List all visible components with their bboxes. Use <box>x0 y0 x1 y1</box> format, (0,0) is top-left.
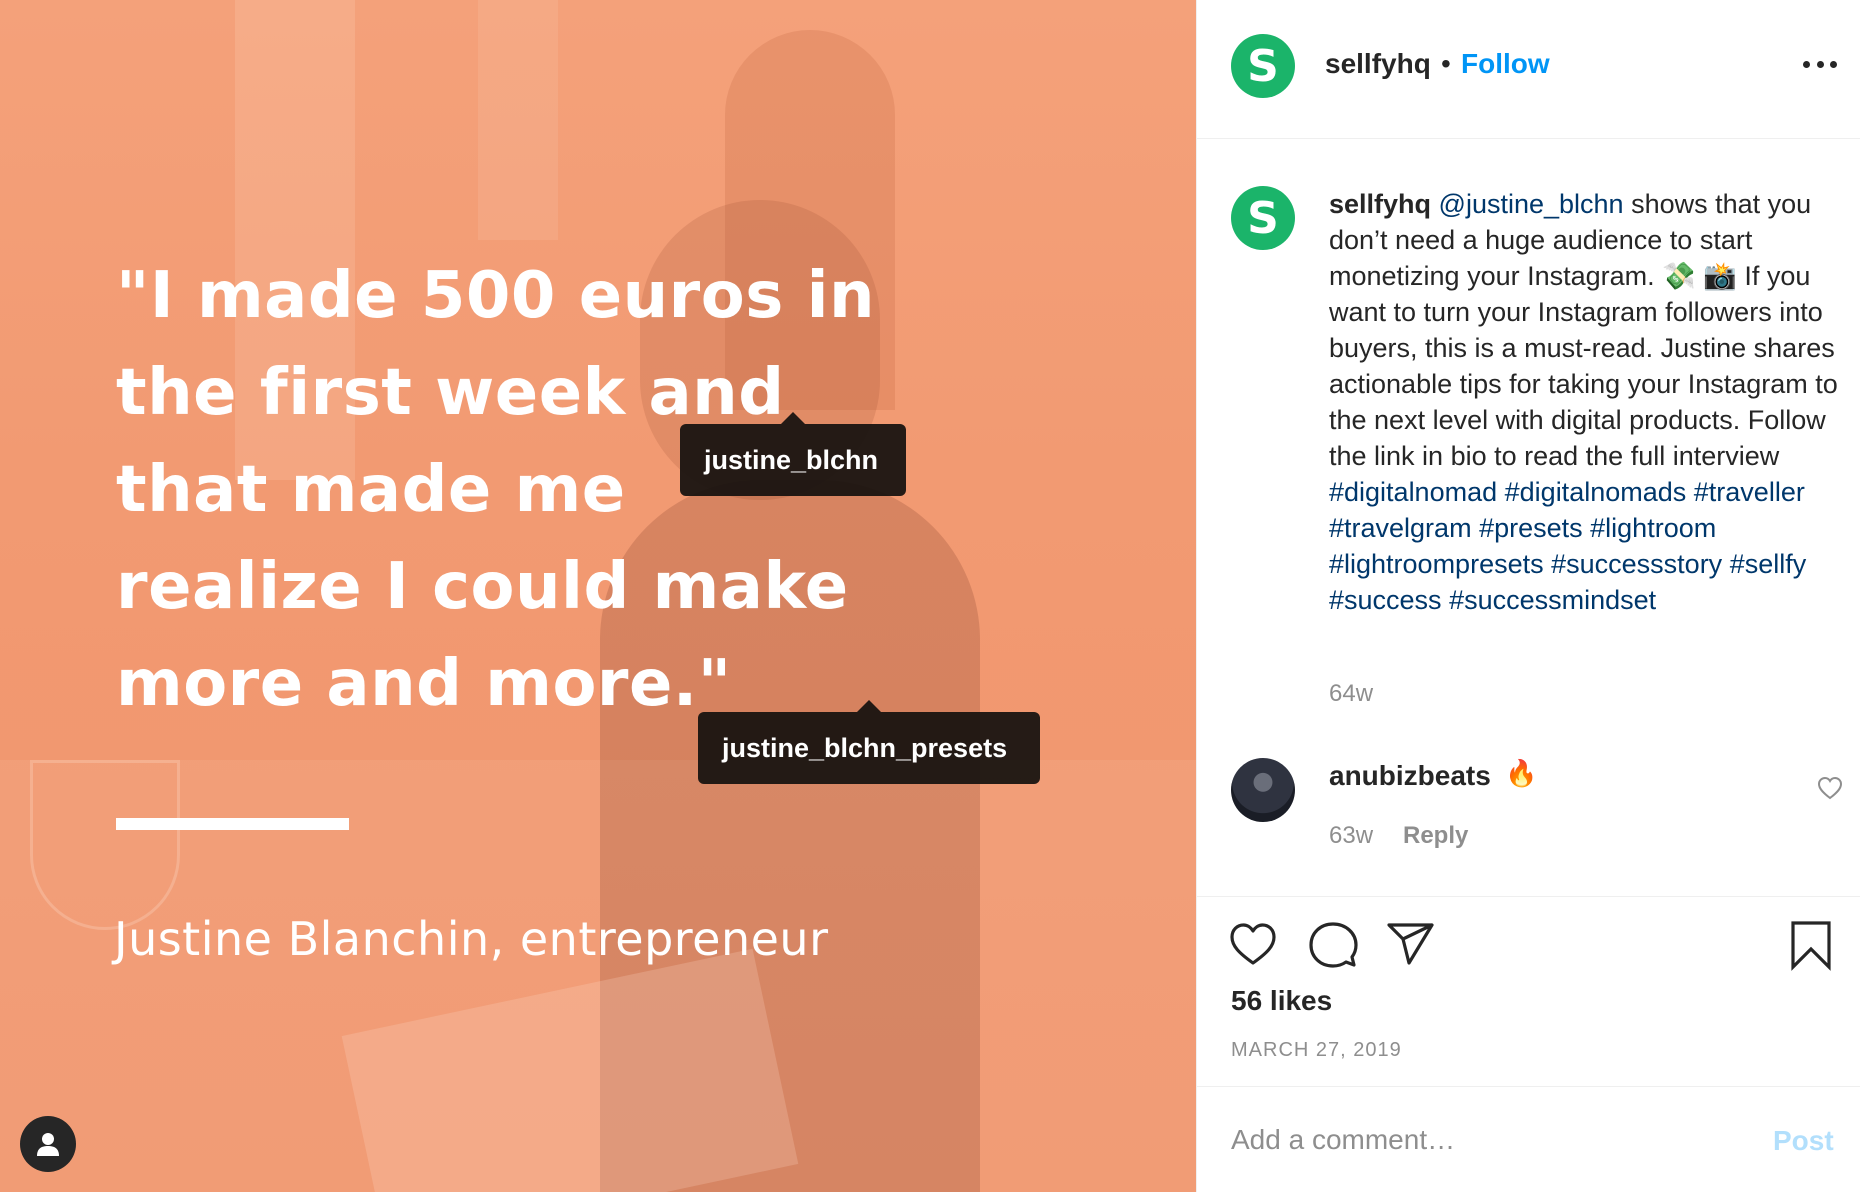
user-tag-justine-blchn[interactable]: justine_blchn <box>680 412 906 496</box>
hashtag[interactable]: #lightroom <box>1590 513 1716 543</box>
more-options-icon[interactable] <box>1803 54 1837 74</box>
heart-icon[interactable] <box>1227 919 1279 971</box>
caption-avatar[interactable]: S <box>1231 186 1295 250</box>
avatar[interactable]: S <box>1231 34 1295 98</box>
user-icon <box>37 1133 59 1156</box>
hashtag[interactable]: #digitalnomad <box>1329 477 1497 507</box>
caption-timestamp[interactable]: 64w <box>1329 680 1373 708</box>
caption-body: shows that you don’t need a huge audienc… <box>1329 189 1838 471</box>
hashtag[interactable]: #sellfy <box>1730 549 1807 579</box>
background-glass <box>30 760 180 930</box>
comment-username[interactable]: anubizbeats <box>1329 760 1491 792</box>
bookmark-icon[interactable] <box>1785 919 1837 971</box>
post-header: S sellfyhq • Follow <box>1197 0 1860 139</box>
comment-timestamp[interactable]: 63w <box>1329 822 1373 850</box>
comment-icon[interactable] <box>1307 919 1359 971</box>
tagged-users-button[interactable] <box>20 1116 76 1172</box>
comment-input[interactable] <box>1231 1115 1731 1165</box>
dot <box>1803 60 1810 68</box>
quote-divider <box>116 818 349 830</box>
quote-attribution: Justine Blanchin, entrepreneur <box>114 912 829 966</box>
likes-count[interactable]: 56 likes <box>1231 985 1332 1017</box>
post-comment-button[interactable]: Post <box>1773 1125 1834 1157</box>
hashtag[interactable]: #successstory <box>1551 549 1722 579</box>
comment-like-icon[interactable] <box>1817 776 1843 800</box>
user-tag-justine-blchn-presets[interactable]: justine_blchn_presets <box>698 700 1040 784</box>
hashtag[interactable]: #successmindset <box>1449 585 1656 615</box>
post-image[interactable]: "I made 500 euros in the first week and … <box>0 0 1196 1192</box>
hashtag[interactable]: #travelgram <box>1329 513 1472 543</box>
header-username[interactable]: sellfyhq <box>1325 48 1431 80</box>
post-side-panel: S sellfyhq • Follow S sellfyhq @justine_… <box>1196 0 1860 1192</box>
comments-section: S sellfyhq @justine_blchn shows that you… <box>1197 140 1860 896</box>
hashtag[interactable]: #lightroompresets <box>1329 549 1544 579</box>
caption-mention[interactable]: @justine_blchn <box>1439 189 1624 219</box>
share-icon[interactable] <box>1385 919 1437 971</box>
header-separator: • <box>1441 48 1451 79</box>
background-pillar <box>478 0 558 240</box>
hashtag[interactable]: #digitalnomads <box>1505 477 1687 507</box>
post-actions: 56 likes MARCH 27, 2019 <box>1197 896 1860 1086</box>
reply-button[interactable]: Reply <box>1403 822 1468 850</box>
caption-username[interactable]: sellfyhq <box>1329 189 1431 219</box>
hashtag[interactable]: #presets <box>1479 513 1583 543</box>
dot <box>1816 60 1824 68</box>
post-date[interactable]: MARCH 27, 2019 <box>1231 1039 1402 1062</box>
commenter-avatar[interactable] <box>1231 758 1295 822</box>
hashtag[interactable]: #traveller <box>1694 477 1805 507</box>
comment-text: 🔥 <box>1505 758 1538 788</box>
add-comment-bar: Post <box>1197 1086 1860 1192</box>
hashtag[interactable]: #success <box>1329 585 1442 615</box>
dot <box>1830 60 1837 68</box>
follow-button[interactable]: Follow <box>1461 48 1550 80</box>
caption-text: sellfyhq @justine_blchn shows that you d… <box>1329 186 1843 618</box>
